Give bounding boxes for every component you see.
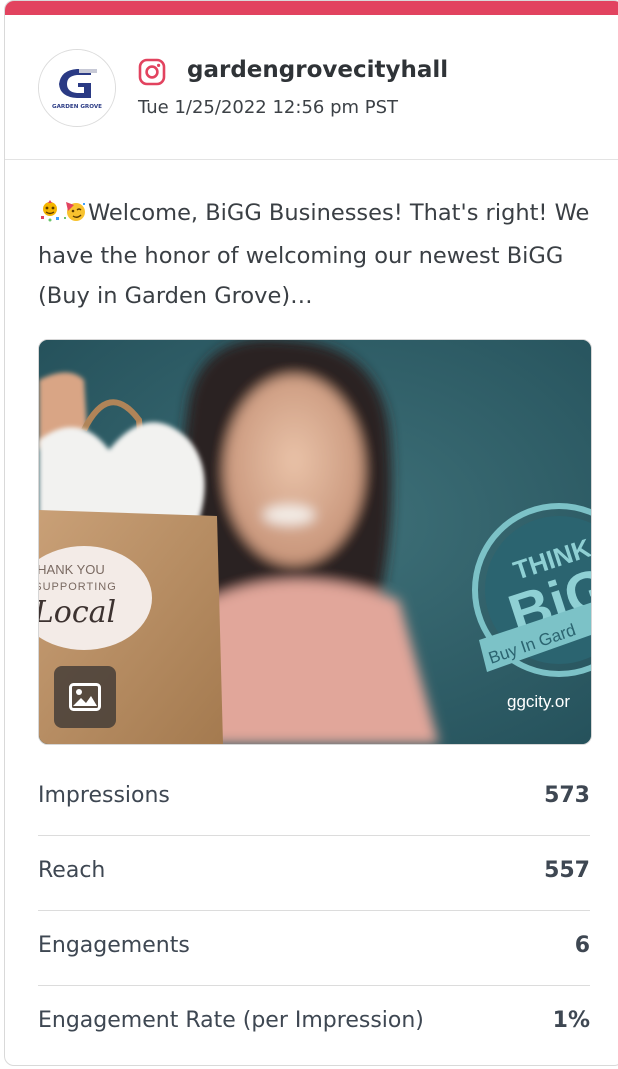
sticker-line-2: R SUPPORTING (39, 581, 117, 593)
metrics-list: Impressions 573 Reach 557 Engagements 6 … (38, 761, 590, 1060)
instagram-icon (138, 58, 166, 86)
post-header: GARDEN GROVE gardengrovecityhall Tue 1/2… (5, 15, 618, 160)
metric-label: Engagement Rate (per Impression) (38, 1008, 424, 1033)
sticker-line-1: THANK YOU (39, 562, 105, 577)
metric-value: 573 (544, 783, 590, 808)
post-timestamp: Tue 1/25/2022 12:56 pm PST (138, 97, 399, 118)
confetti-icon (38, 196, 62, 236)
metric-label: Reach (38, 858, 106, 883)
media-type-badge (54, 666, 116, 728)
avatar[interactable]: GARDEN GROVE (38, 49, 116, 127)
post-image[interactable]: THANK YOU R SUPPORTING Local THINK BiG B… (38, 339, 592, 745)
metric-engagements: Engagements 6 (38, 911, 590, 986)
avatar-label: GARDEN GROVE (52, 104, 102, 110)
metric-engagement-rate: Engagement Rate (per Impression) 1% (38, 986, 590, 1060)
party-face-icon (62, 196, 88, 236)
metric-value: 557 (544, 858, 590, 883)
network-color-bar (5, 1, 618, 15)
post-card: GARDEN GROVE gardengrovecityhall Tue 1/2… (4, 0, 618, 1066)
metric-label: Impressions (38, 783, 170, 808)
metric-value: 1% (552, 1008, 590, 1033)
post-caption: Welcome, BiGG Businesses! That's right! … (38, 193, 598, 316)
metric-label: Engagements (38, 933, 190, 958)
metric-impressions: Impressions 573 (38, 761, 590, 836)
account-name[interactable]: gardengrovecityhall (187, 57, 448, 83)
image-icon (69, 683, 101, 711)
caption-text: Welcome, BiGG Businesses! That's right! … (38, 200, 590, 309)
metric-value: 6 (574, 933, 590, 958)
metric-reach: Reach 557 (38, 836, 590, 911)
sticker-line-3: Local (39, 595, 116, 630)
image-url-text: ggcity.or (507, 692, 570, 711)
